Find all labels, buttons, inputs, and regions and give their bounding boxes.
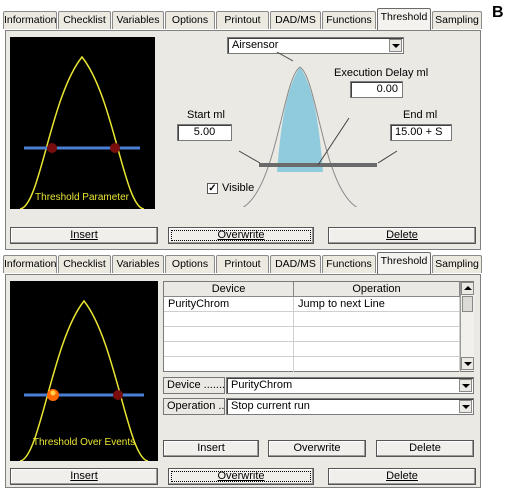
tab-strip-top: Information Checklist Variables Options …: [3, 8, 483, 30]
figure-label: B: [492, 4, 504, 21]
tab-options[interactable]: Options: [165, 11, 215, 29]
scroll-up-icon[interactable]: [461, 282, 474, 295]
table-cell[interactable]: [164, 342, 294, 357]
tab-information[interactable]: Information: [3, 11, 57, 29]
event-insert-button[interactable]: Insert: [163, 440, 259, 457]
operation-select[interactable]: Stop current run: [226, 398, 474, 415]
insert-button[interactable]: Insert: [10, 227, 158, 244]
column-header-device[interactable]: Device: [164, 282, 294, 297]
tab-strip-bottom: Information Checklist Variables Options …: [3, 252, 483, 274]
chevron-down-icon[interactable]: [459, 379, 472, 392]
execution-delay-label: Execution Delay ml: [334, 67, 429, 79]
table-cell[interactable]: PurityChrom: [164, 297, 294, 312]
scroll-down-icon[interactable]: [461, 357, 474, 370]
tab-information[interactable]: Information: [3, 255, 57, 273]
table-cell[interactable]: [164, 327, 294, 342]
operation-select-value: Stop current run: [231, 400, 310, 412]
table-cell[interactable]: [294, 327, 460, 342]
right-marker: [113, 390, 123, 400]
delay-value-leader: [317, 117, 350, 166]
visible-label: Visible: [222, 182, 255, 194]
table-cell[interactable]: Jump to next Line: [294, 297, 460, 312]
threshold-events-panel: Threshold Over Events Device Operation P…: [5, 274, 481, 488]
tab-checklist[interactable]: Checklist: [58, 11, 111, 29]
execution-delay-leader: [276, 51, 294, 62]
tab-sampling[interactable]: Sampling: [432, 255, 482, 273]
yellow-peak-curve: [19, 55, 145, 209]
preview-graph: Threshold Over Events: [19, 299, 149, 461]
overwrite-button[interactable]: Overwrite: [168, 468, 314, 485]
operation-label: Operation ...: [163, 398, 225, 415]
scroll-thumb[interactable]: [462, 296, 473, 312]
tab-functions[interactable]: Functions: [322, 11, 376, 29]
overwrite-button[interactable]: Overwrite: [168, 227, 314, 244]
preview-caption: Threshold Parameter: [35, 192, 130, 203]
preview-graph: Threshold Parameter: [19, 55, 145, 209]
end-input[interactable]: 15.00 + S: [390, 124, 452, 141]
table-cell[interactable]: [294, 357, 460, 372]
start-leader: [238, 150, 261, 164]
event-delete-button[interactable]: Delete: [376, 440, 474, 457]
events-table[interactable]: Device Operation PurityChrom Jump to nex…: [163, 281, 474, 372]
insert-button[interactable]: Insert: [10, 468, 158, 485]
end-label: End ml: [403, 109, 438, 121]
chevron-down-icon[interactable]: [459, 400, 472, 413]
threshold-parameter-panel: Threshold Parameter Airsensor Execution …: [5, 30, 481, 250]
preview-caption: Threshold Over Events: [33, 437, 135, 448]
tab-dad-ms[interactable]: DAD/MS: [270, 11, 321, 29]
tab-checklist[interactable]: Checklist: [58, 255, 111, 273]
table-cell[interactable]: [164, 357, 294, 372]
threshold-parameter-preview: Threshold Parameter: [10, 37, 155, 209]
visible-checkbox[interactable]: ✓: [207, 183, 218, 194]
threshold-events-preview: Threshold Over Events: [10, 281, 158, 461]
tab-sampling[interactable]: Sampling: [432, 11, 482, 29]
right-marker: [110, 143, 120, 153]
table-cell[interactable]: [294, 342, 460, 357]
device-label: Device .......: [163, 377, 225, 394]
event-overwrite-button[interactable]: Overwrite: [268, 440, 366, 457]
end-leader: [377, 150, 398, 164]
left-marker: [47, 143, 57, 153]
tab-dad-ms[interactable]: DAD/MS: [270, 255, 321, 273]
start-input[interactable]: 5.00: [177, 124, 232, 141]
tab-threshold[interactable]: Threshold: [377, 252, 431, 274]
tab-printout[interactable]: Printout: [216, 255, 269, 273]
tab-variables[interactable]: Variables: [112, 255, 164, 273]
delete-button[interactable]: Delete: [328, 227, 476, 244]
tab-variables[interactable]: Variables: [112, 11, 164, 29]
peak-area: [277, 67, 323, 172]
tab-functions[interactable]: Functions: [322, 255, 376, 273]
execution-delay-input[interactable]: 0.00: [350, 81, 403, 98]
start-label: Start ml: [187, 109, 225, 121]
table-cell[interactable]: [294, 312, 460, 327]
tab-threshold[interactable]: Threshold: [377, 8, 431, 30]
device-select-value: PurityChrom: [231, 379, 293, 391]
table-cell[interactable]: [164, 312, 294, 327]
device-select[interactable]: PurityChrom: [226, 377, 474, 394]
table-scrollbar[interactable]: [460, 282, 474, 371]
tab-options[interactable]: Options: [165, 255, 215, 273]
column-header-operation[interactable]: Operation: [294, 282, 460, 297]
tab-printout[interactable]: Printout: [216, 11, 269, 29]
delete-button[interactable]: Delete: [328, 468, 476, 485]
